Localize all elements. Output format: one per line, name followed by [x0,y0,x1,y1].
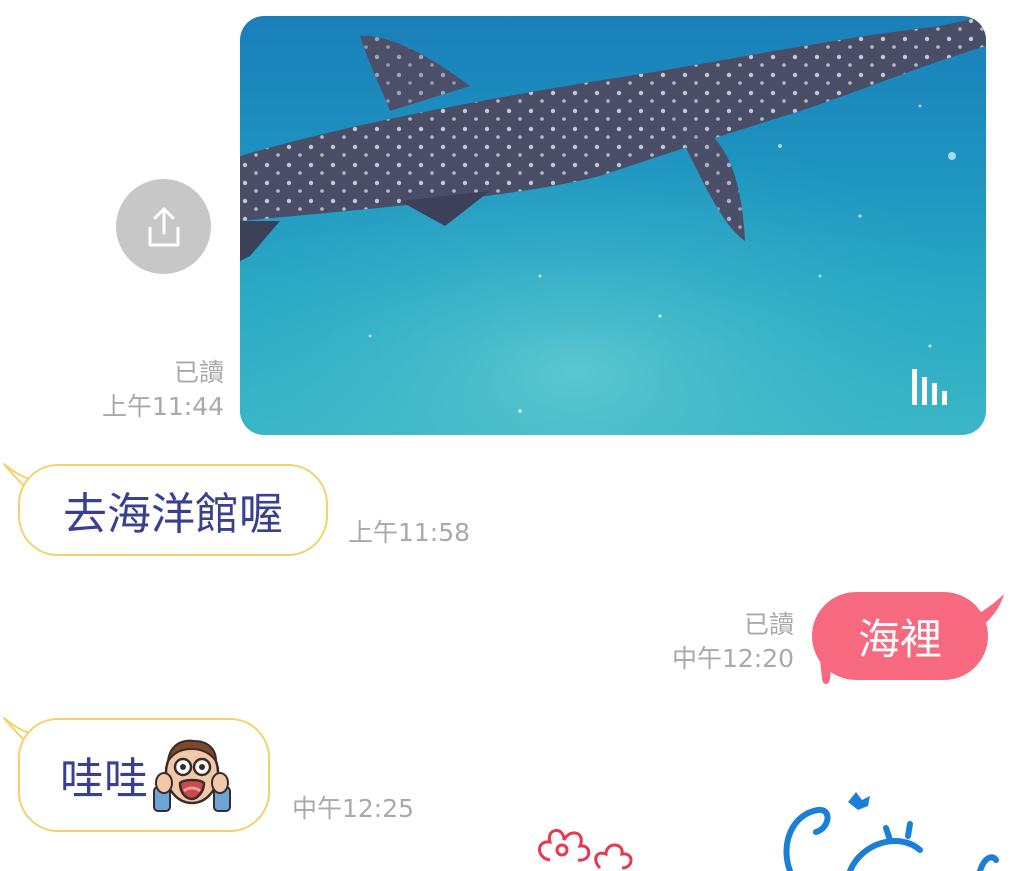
incoming-message-bubble[interactable]: 去海洋館喔 [18,464,328,556]
incoming-1-timestamp: 上午11:58 [348,518,471,547]
video-read-receipt: 已讀 [173,358,224,387]
bubble-drip-decoration [820,660,848,684]
video-thumbnail[interactable] [240,16,986,435]
chat-view: 已讀 上午11:44 去海洋館喔 上午11:58 已讀 中午12:20 海裡 哇… [0,0,1024,871]
outgoing-read-receipt: 已讀 [743,610,794,639]
video-bars-icon [912,369,947,405]
whale-shark-video-frame [240,16,986,435]
video-timestamp: 上午11:44 [101,392,224,421]
incoming-message-text: 去海洋館喔 [63,489,283,540]
incoming-message-text: 哇哇 [60,754,148,805]
flower-sticker[interactable] [530,820,640,871]
blue-doodle-sticker[interactable] [770,784,1024,871]
share-upload-icon [148,207,179,246]
shocked-face-emoji [153,739,231,812]
incoming-2-timestamp: 中午12:25 [292,794,415,823]
incoming-message-bubble[interactable]: 哇哇 [18,718,270,832]
outgoing-message-text: 海裡 [857,614,942,664]
outgoing-timestamp: 中午12:20 [671,644,794,673]
share-button[interactable] [116,179,211,274]
